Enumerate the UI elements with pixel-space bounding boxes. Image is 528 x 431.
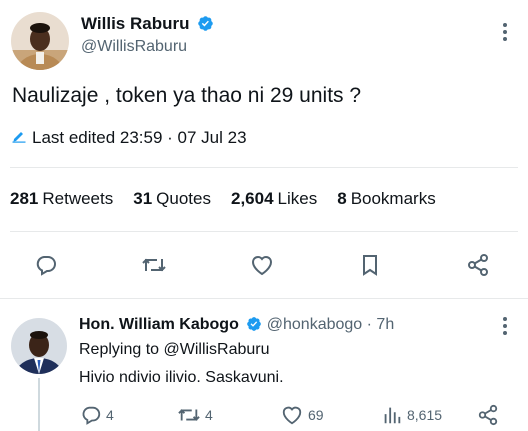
stat-bookmarks[interactable]: 8 Bookmarks <box>337 189 436 209</box>
reply-icon <box>82 406 101 425</box>
reply-author-handle[interactable]: @honkabogo <box>267 316 362 333</box>
reply-icon <box>36 256 56 276</box>
bookmark-icon <box>363 255 377 276</box>
divider <box>10 231 518 232</box>
stat-retweets[interactable]: 281 Retweets <box>10 189 113 209</box>
retweet-button[interactable] <box>141 252 167 278</box>
more-dots-icon <box>503 23 507 41</box>
reply-like-button[interactable]: 69 <box>280 404 324 426</box>
share-icon <box>478 404 498 426</box>
reply-time[interactable]: · 7h <box>367 316 395 333</box>
like-button[interactable] <box>249 252 275 278</box>
heart-icon <box>282 406 302 425</box>
reply-count: 4 <box>106 407 114 423</box>
reply-text: Hivio ndivio ilivio. Saskavuni. <box>79 369 284 386</box>
author-handle[interactable]: @WillisRaburu <box>81 38 187 56</box>
retweet-count: 4 <box>205 407 213 423</box>
thread-line <box>38 378 40 431</box>
engagement-stats: 281 Retweets 31 Quotes 2,604 Likes 8 Bookmar… <box>10 189 456 209</box>
author-avatar[interactable] <box>11 12 69 70</box>
heart-icon <box>251 256 273 276</box>
reply-views-button[interactable]: 8,615 <box>381 404 442 426</box>
last-edited-text: Last edited 23:59 · 07 Jul 23 <box>32 128 247 147</box>
reply-header: Hon. William Kabogo @honkabogo · 7h <box>79 316 394 337</box>
author-name[interactable]: Willis Raburu <box>81 14 189 33</box>
reply-share-button[interactable] <box>477 404 499 426</box>
tweet-text: Naulizaje , token ya thao ni 29 units ? <box>12 84 362 107</box>
reply-more-options-button[interactable] <box>495 316 515 336</box>
bookmark-button[interactable] <box>357 252 383 278</box>
more-dots-icon <box>503 317 507 335</box>
reply-author-name[interactable]: Hon. William Kabogo <box>79 316 239 333</box>
reply-reply-button[interactable]: 4 <box>80 404 114 426</box>
retweet-icon <box>178 409 200 421</box>
views-chart-icon <box>384 407 401 424</box>
share-icon <box>468 254 488 276</box>
reply-retweet-button[interactable]: 4 <box>177 404 213 426</box>
view-count: 8,615 <box>407 407 443 423</box>
divider <box>10 167 518 168</box>
reply-button[interactable] <box>33 252 59 278</box>
verified-badge-icon <box>197 15 214 37</box>
replying-to[interactable]: Replying to @WillisRaburu <box>79 341 270 359</box>
author-name-line[interactable]: Willis Raburu <box>81 14 214 37</box>
like-count: 69 <box>308 407 324 423</box>
last-edited-link[interactable]: Last edited 23:59 · 07 Jul 23 <box>12 128 247 148</box>
divider <box>0 298 528 299</box>
stat-quotes[interactable]: 31 Quotes <box>133 189 211 209</box>
share-button[interactable] <box>465 252 491 278</box>
edit-pencil-icon <box>12 128 26 148</box>
reply-author-avatar[interactable] <box>11 318 67 374</box>
more-options-button[interactable] <box>495 22 515 42</box>
retweet-icon <box>142 258 166 272</box>
verified-badge-icon <box>246 316 262 337</box>
stat-likes[interactable]: 2,604 Likes <box>231 189 317 209</box>
